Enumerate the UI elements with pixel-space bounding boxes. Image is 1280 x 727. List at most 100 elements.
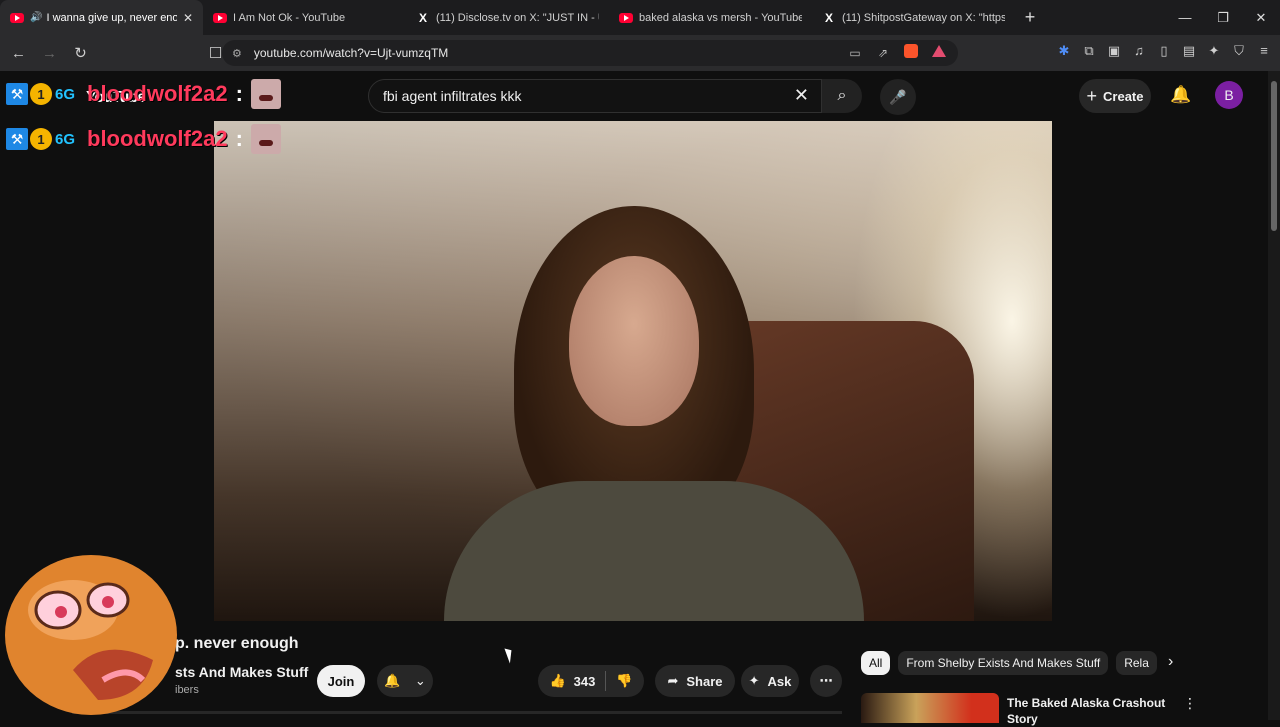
channel-name[interactable]: sts And Makes Stuff — [175, 664, 308, 680]
reload-icon[interactable]: ↻ — [68, 44, 93, 62]
youtube-page: YouTube fbi agent infiltrates kkk ✕ ⌕ 🎤 … — [0, 71, 1268, 726]
thumbs-down-icon[interactable]: 👎 — [616, 673, 632, 689]
more-actions-button[interactable]: ⋯ — [810, 665, 842, 697]
chevron-down-icon: ⌄ — [414, 673, 426, 688]
ask-label: Ask — [767, 673, 792, 689]
url-text: youtube.com/watch?v=Ujt-vumzqTM — [253, 46, 449, 60]
search-input[interactable]: fbi agent infiltrates kkk ✕ — [368, 79, 822, 113]
search-query: fbi agent infiltrates kkk — [383, 88, 522, 104]
x-icon: X — [824, 10, 833, 25]
chat-username: bloodwolf2a2 — [87, 81, 228, 106]
tab[interactable]: X (11) Disclose.tv on X: "JUST IN - UK m — [406, 0, 609, 35]
tab-title: I Am Not Ok - YouTube — [233, 11, 346, 24]
sparkle-icon: ✦ — [748, 673, 760, 688]
avatar[interactable]: B — [1215, 81, 1243, 109]
join-button[interactable]: Join — [317, 665, 365, 697]
new-tab-button[interactable]: + — [1015, 7, 1045, 28]
video-person-face — [569, 256, 699, 426]
microphone-icon: 🎤 — [889, 88, 907, 105]
sub-badge: 6G — [55, 130, 76, 148]
site-info-icon[interactable]: ⚙ — [232, 47, 242, 60]
tier-badge: 1 — [30, 128, 52, 150]
menu-icon[interactable]: ≡ — [1256, 43, 1272, 59]
chat-colon: : — [235, 81, 243, 106]
tab[interactable]: baked alaska vs mersh - YouTube — [609, 0, 812, 35]
emote-icon — [250, 79, 281, 109]
voice-search-button[interactable]: 🎤 — [880, 79, 916, 115]
youtube-icon — [619, 12, 633, 23]
close-tab-icon[interactable]: ✕ — [183, 11, 193, 25]
search-icon: ⌕ — [837, 87, 847, 104]
chip-from-channel[interactable]: From Shelby Exists And Makes Stuff — [898, 651, 1109, 675]
window-controls: — ❐ ✕ — [1166, 0, 1280, 35]
video-title: p. never enough — [175, 635, 299, 652]
more-icon: ⋯ — [819, 673, 833, 688]
crying-sticker-overlay — [5, 555, 177, 715]
page-scrollbar[interactable] — [1268, 71, 1280, 720]
tab-title: I wanna give up, never enough — [46, 11, 177, 24]
recommendation-thumbnail[interactable] — [861, 693, 999, 723]
address-bar[interactable]: ⚙ youtube.com/watch?v=Ujt-vumzqTM ▭ ⇗ — [222, 40, 958, 66]
chat-line: ⚒ 1 6G bloodwolf2a2 : — [6, 124, 281, 154]
brave-rewards-icon[interactable] — [930, 45, 948, 60]
ask-button[interactable]: ✦ Ask — [741, 665, 799, 697]
scrollbar-thumb[interactable] — [1271, 81, 1277, 231]
close-window-icon[interactable]: ✕ — [1242, 10, 1280, 26]
tab-title: baked alaska vs mersh - YouTube — [639, 11, 802, 24]
speaker-icon[interactable]: 🔊 — [30, 12, 42, 23]
recommendation-title[interactable]: The Baked Alaska Crashout Story — [1007, 695, 1167, 727]
chat-colon: : — [235, 126, 243, 151]
leo-icon[interactable]: ✦ — [1206, 43, 1222, 59]
like-dislike-bar: 👍 343 👎 — [538, 665, 644, 697]
search-button[interactable]: ⌕ — [822, 79, 862, 113]
chat-line: ⚒ 1 6G bloodwolf2a2 : — [6, 79, 281, 109]
brave-shields-icon[interactable] — [902, 44, 920, 61]
bell-icon: 🔔 — [384, 673, 401, 688]
divider — [605, 671, 607, 691]
vpn-icon[interactable]: ⛉ — [1231, 43, 1247, 59]
share-label: Share — [686, 673, 723, 689]
tab-active[interactable]: 🔊 I wanna give up, never enough ✕ — [0, 0, 203, 35]
share-icon: ➦ — [667, 673, 679, 688]
minimize-icon[interactable]: — — [1166, 10, 1204, 25]
sub-badge: 6G — [55, 85, 76, 103]
notifications-bell-icon[interactable]: 🔔 — [1170, 85, 1191, 105]
share-button[interactable]: ➦ Share — [655, 665, 735, 697]
share-page-icon[interactable]: ⇗ — [874, 46, 892, 60]
kebab-menu-icon[interactable]: ⋮ — [1183, 695, 1197, 712]
youtube-icon — [213, 12, 227, 23]
video-player[interactable] — [214, 121, 1052, 621]
filter-chips: All From Shelby Exists And Makes Stuff R… — [861, 651, 1157, 675]
sidebar-icon[interactable]: ▯ — [1156, 43, 1172, 59]
forward-icon[interactable]: → — [37, 45, 62, 62]
cast-icon[interactable]: ▭ — [846, 46, 864, 60]
tab[interactable]: I Am Not Ok - YouTube — [203, 0, 406, 35]
wallet-icon[interactable]: ▤ — [1181, 43, 1197, 59]
tab[interactable]: X (11) ShitpostGateway on X: "https://t — [812, 0, 1015, 35]
screenshot-icon[interactable]: ▣ — [1106, 43, 1122, 59]
clear-search-icon[interactable]: ✕ — [794, 85, 809, 106]
create-button[interactable]: + Create — [1079, 79, 1151, 113]
chip-all[interactable]: All — [861, 651, 891, 675]
mod-badge-icon: ⚒ — [6, 83, 28, 105]
like-count[interactable]: 343 — [574, 674, 596, 689]
emote-icon — [250, 124, 281, 154]
chat-username: bloodwolf2a2 — [87, 126, 228, 151]
plus-icon: + — [1086, 85, 1098, 106]
chip-related[interactable]: Rela — [1116, 651, 1157, 675]
subscription-bell-button[interactable]: 🔔 ⌄ — [377, 665, 433, 697]
x-icon: X — [418, 10, 427, 25]
youtube-icon — [10, 12, 24, 23]
music-icon[interactable]: ♫ — [1131, 43, 1147, 59]
create-label: Create — [1103, 88, 1144, 104]
browser-tab-strip: 🔊 I wanna give up, never enough ✕ I Am N… — [0, 0, 1280, 35]
mouse-cursor-icon — [504, 646, 516, 664]
puzzle-icon[interactable]: ⧉ — [1081, 43, 1097, 59]
restore-icon[interactable]: ❐ — [1204, 10, 1242, 26]
mod-badge-icon: ⚒ — [6, 128, 28, 150]
back-icon[interactable]: ← — [6, 45, 31, 62]
extension-icon[interactable]: ✱ — [1056, 43, 1072, 59]
tier-badge: 1 — [30, 83, 52, 105]
thumbs-up-icon[interactable]: 👍 — [549, 673, 565, 689]
chevron-right-icon[interactable]: › — [1168, 653, 1173, 671]
